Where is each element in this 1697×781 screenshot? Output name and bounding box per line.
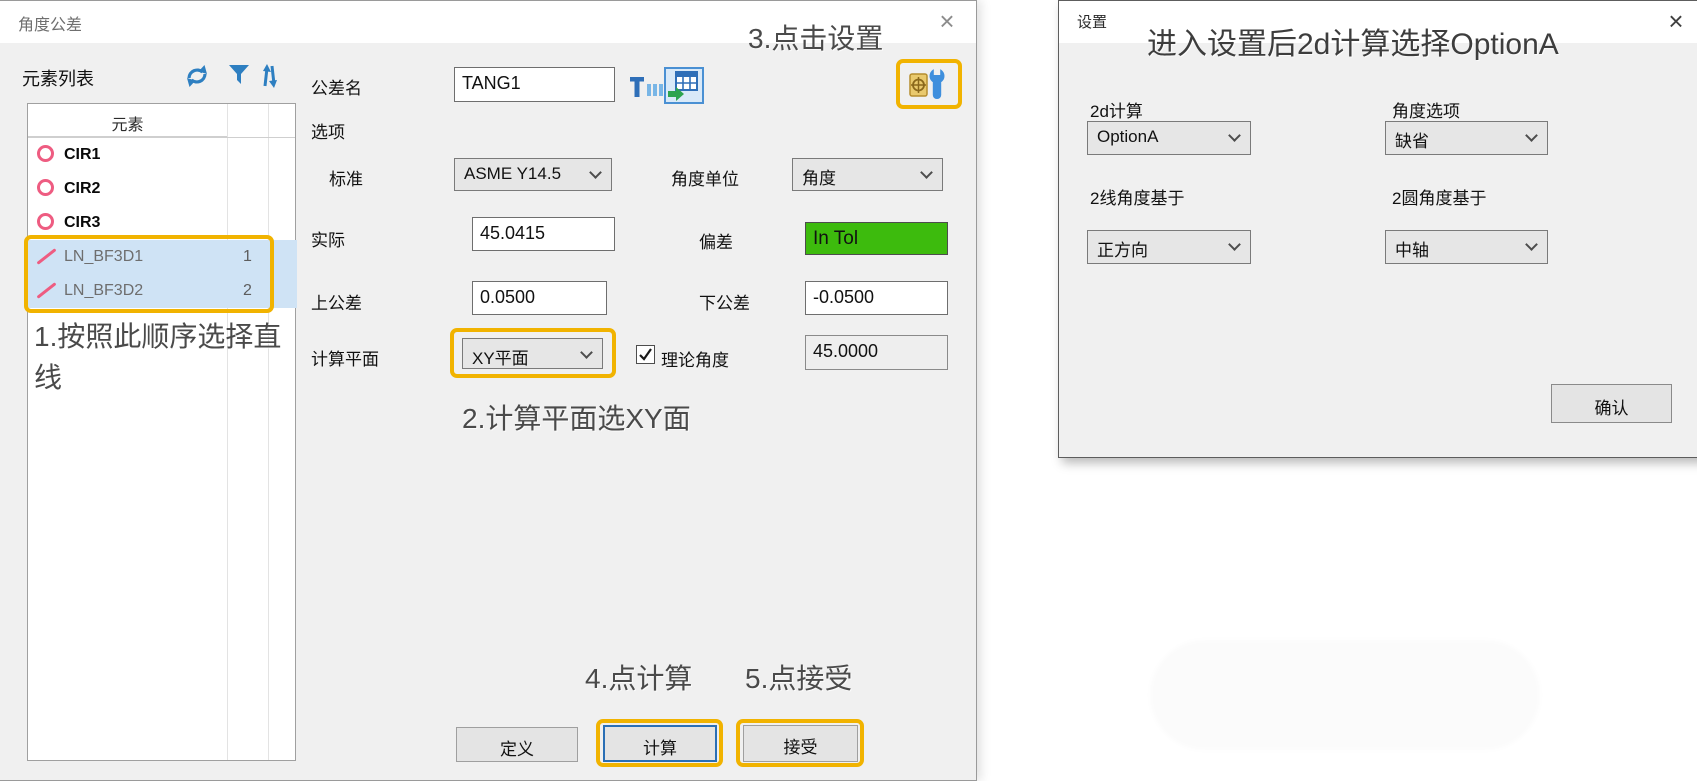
standard-select[interactable]: ASME Y14.5 [454,158,612,191]
theoretical-angle-checkbox[interactable] [636,345,655,364]
dialog-title: 角度公差 [18,11,82,35]
element-list: 元素 CIR1 CIR2 CIR3 LN_BF3D1 1 [27,103,296,761]
sort-icon[interactable] [257,63,281,89]
upper-tolerance-input[interactable]: 0.0500 [472,281,607,315]
actual-value-input[interactable]: 45.0415 [472,217,615,251]
chevron-down-icon [1228,238,1241,251]
actual-label: 实际 [311,226,345,251]
chevron-down-icon [1525,129,1538,142]
annotation-step4: 4.点计算 [585,657,692,697]
chevron-down-icon [1525,238,1538,251]
theoretical-angle-value: 45.0000 [805,335,948,370]
report-table-icon[interactable] [664,67,704,104]
close-icon[interactable]: × [1659,5,1693,37]
chevron-down-icon [580,346,593,359]
calculate-button[interactable]: 计算 [603,725,717,762]
deviation-label: 偏差 [699,228,733,253]
field-2circle-angle-label: 2圆角度基于 [1392,184,1486,209]
chevron-down-icon [1228,129,1241,142]
tolerance-name-label: 公差名 [311,74,362,99]
theoretical-angle-label: 理论角度 [661,346,729,371]
angle-tolerance-dialog: 角度公差 × 元素列表 [0,0,977,781]
deviation-status-badge: In Tol [805,222,948,255]
calc-plane-label: 计算平面 [311,345,379,370]
lower-tolerance-input[interactable]: -0.0500 [805,281,948,315]
list-item-cir2[interactable]: CIR2 [28,172,297,206]
accept-button[interactable]: 接受 [743,725,858,762]
options-label: 选项 [311,118,345,143]
field-angle-option-label: 角度选项 [1392,97,1460,122]
chevron-down-icon [589,166,602,179]
app-background: 角度公差 × 元素列表 [0,0,1697,781]
2d-calc-select[interactable]: OptionA [1087,121,1251,155]
2line-angle-select[interactable]: 正方向 [1087,230,1251,264]
circle-feature-icon [37,179,54,196]
annotation-step1: 1.按照此顺序选择直线 [34,317,292,398]
selection-highlight-box [24,235,274,313]
angle-option-select[interactable]: 缺省 [1385,121,1548,155]
chevron-down-icon [920,166,933,179]
filter-icon[interactable] [228,64,250,88]
upper-tolerance-label: 上公差 [311,289,362,314]
annotation-step5: 5.点接受 [745,657,852,697]
element-list-label: 元素列表 [22,65,94,91]
field-2line-angle-label: 2线角度基于 [1090,184,1184,209]
define-button[interactable]: 定义 [456,727,578,762]
settings-icon[interactable] [908,67,950,101]
standard-label: 标准 [329,165,363,190]
text-label-icon[interactable] [629,75,663,101]
refresh-icon[interactable] [183,63,211,89]
angle-unit-select[interactable]: 角度 [792,158,943,191]
angle-unit-label: 角度单位 [671,165,739,190]
settings-annotation: 进入设置后2d计算选择OptionA [1147,19,1559,63]
circle-feature-icon [37,145,54,162]
calc-plane-select[interactable]: XY平面 [462,338,603,369]
annotation-step3: 3.点击设置 [748,17,883,57]
confirm-button[interactable]: 确认 [1551,384,1672,423]
lower-tolerance-label: 下公差 [699,289,750,314]
dialog-title: 设置 [1077,11,1107,32]
watermark-smudge [1150,640,1540,750]
2circle-angle-select[interactable]: 中轴 [1385,230,1548,264]
settings-dialog: 设置 × 进入设置后2d计算选择OptionA 2d计算 角度选项 Option… [1058,0,1697,458]
element-column-header: 元素 [28,104,227,137]
list-item-cir1[interactable]: CIR1 [28,138,297,172]
tolerance-name-input[interactable]: TANG1 [454,67,615,102]
circle-feature-icon [37,213,54,230]
field-2d-calc-label: 2d计算 [1090,97,1143,122]
annotation-step2: 2.计算平面选XY面 [462,397,691,437]
close-icon[interactable]: × [930,5,964,37]
